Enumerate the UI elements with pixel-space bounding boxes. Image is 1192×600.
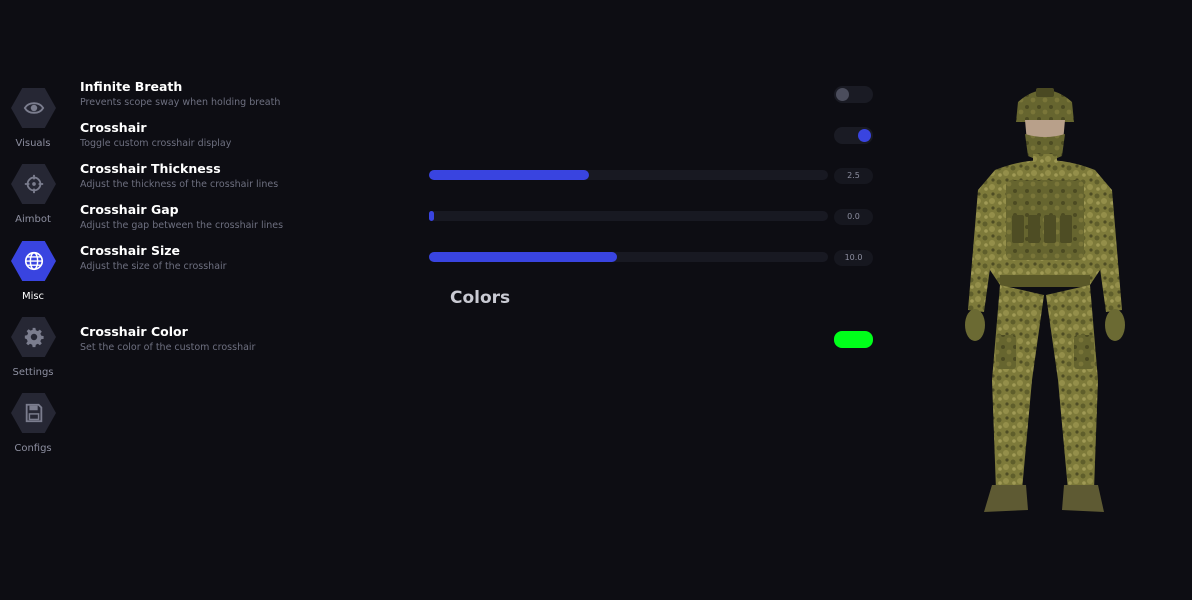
sidebar-item-misc[interactable]: Misc (8, 241, 58, 303)
sidebar-item-visuals[interactable]: Visuals (8, 88, 58, 150)
crosshair-toggle[interactable] (834, 127, 873, 144)
sidebar-item-label: Configs (14, 443, 52, 454)
infinite-breath-description: Prevents scope sway when holding breath (80, 97, 281, 108)
crosshair-thickness-title: Crosshair Thickness (80, 161, 221, 176)
crosshair-gap-description: Adjust the gap between the crosshair lin… (80, 220, 284, 231)
crosshair-color-title: Crosshair Color (80, 324, 188, 339)
eye-icon (11, 88, 56, 128)
sidebar-item-label: Misc (21, 291, 45, 302)
sidebar: Visuals Aimbot Misc Settings Configs (0, 0, 66, 600)
colors-section-header: Colors (450, 288, 511, 308)
sidebar-item-configs[interactable]: Configs (8, 393, 58, 455)
sidebar-item-aimbot[interactable]: Aimbot (8, 164, 58, 226)
slider-fill (429, 170, 589, 180)
crosshair-thickness-value: 2.5 (834, 168, 873, 184)
sidebar-item-label: Settings (12, 367, 54, 378)
crosshair-gap-slider[interactable] (429, 211, 828, 221)
crosshair-size-slider[interactable] (429, 252, 828, 262)
globe-icon (11, 241, 56, 281)
slider-fill (429, 252, 617, 262)
gear-icon (11, 317, 56, 357)
crosshair-icon (11, 164, 56, 204)
character-preview (965, 88, 1125, 512)
crosshair-thickness-description: Adjust the thickness of the crosshair li… (80, 179, 279, 190)
crosshair-gap-title: Crosshair Gap (80, 202, 179, 217)
toggle-knob (858, 129, 871, 142)
crosshair-size-title: Crosshair Size (80, 243, 180, 258)
crosshair-description: Toggle custom crosshair display (80, 138, 232, 149)
sidebar-item-label: Aimbot (15, 214, 51, 225)
sidebar-item-label: Visuals (15, 138, 51, 149)
crosshair-size-value: 10.0 (834, 250, 873, 266)
crosshair-thickness-slider[interactable] (429, 170, 828, 180)
save-icon (11, 393, 56, 433)
crosshair-title: Crosshair (80, 120, 147, 135)
toggle-knob (836, 88, 849, 101)
crosshair-size-description: Adjust the size of the crosshair (80, 261, 227, 272)
crosshair-color-description: Set the color of the custom crosshair (80, 342, 256, 353)
infinite-breath-title: Infinite Breath (80, 79, 183, 94)
crosshair-gap-value: 0.0 (834, 209, 873, 225)
slider-fill (429, 211, 434, 221)
crosshair-color-swatch[interactable] (834, 331, 873, 348)
sidebar-item-settings[interactable]: Settings (8, 317, 58, 379)
infinite-breath-toggle[interactable] (834, 86, 873, 103)
app-window: Visuals Aimbot Misc Settings Configs Inf… (0, 0, 1192, 600)
